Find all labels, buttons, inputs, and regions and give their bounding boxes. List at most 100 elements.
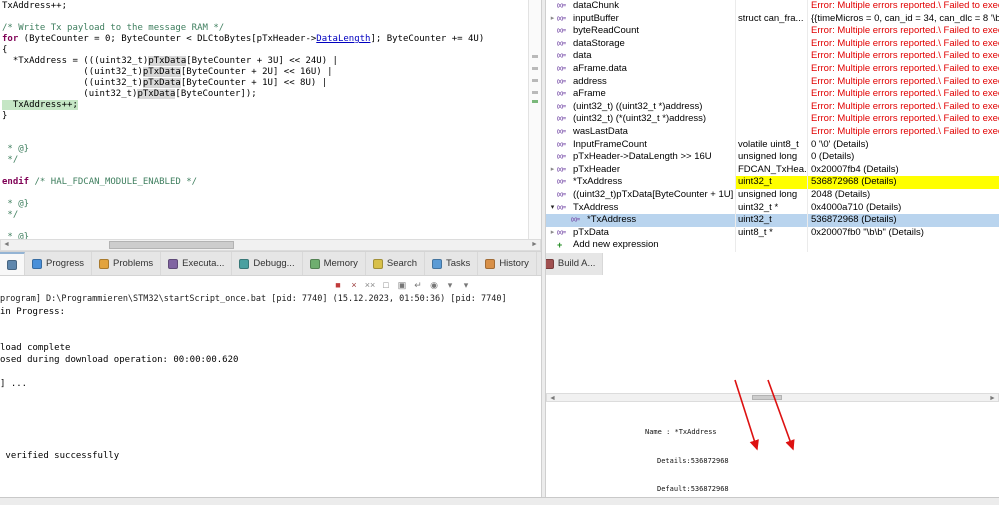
pin-console-icon[interactable]: ◉ — [427, 278, 441, 292]
scrollbar-thumb[interactable] — [109, 241, 234, 249]
scroll-lock-icon[interactable]: ▣ — [395, 278, 409, 292]
code-line[interactable] — [2, 122, 528, 133]
collapse-icon[interactable]: ▾ — [548, 202, 557, 215]
expression-row[interactable]: ▸ (x)= pTxData uint8_t * 0x20007fb0 "\b\b" (… — [546, 226, 999, 240]
expression-row[interactable]: + Add new expression — [546, 239, 999, 252]
terminate-icon[interactable]: ■ — [331, 278, 345, 292]
expression-row[interactable]: ▾ (x)= TxAddress uint32_t * 0x4000a710 (Deta… — [546, 201, 999, 215]
expand-icon[interactable]: ▸ — [548, 164, 557, 177]
expression-name: *TxAddress — [573, 176, 623, 188]
expression-row[interactable]: (x)= dataStorage Error: Multiple errors re… — [546, 37, 999, 51]
code-token: pTxData — [142, 78, 181, 88]
expression-detail: Name : *TxAddress Details:536872968 Defa… — [645, 409, 817, 505]
code-line[interactable] — [2, 12, 528, 23]
code-line[interactable]: /* Write Tx payload to the message RAM *… — [2, 23, 528, 34]
expression-row[interactable]: (x)= (uint32_t) (*(uint32_t *)address) Err… — [546, 113, 999, 126]
detail-horizontal-scrollbar[interactable]: ◄ ► — [546, 393, 999, 402]
remove-all-launches-icon[interactable]: ×× — [363, 278, 377, 292]
expand-icon[interactable]: ▸ — [548, 227, 557, 240]
console-pane: Progress Problems Executa... Debugg... Memor… — [0, 251, 604, 497]
code-line[interactable]: { — [2, 45, 528, 56]
code-text: TxAddress++; — [2, 1, 67, 11]
expression-row[interactable]: (x)= InputFrameCount volatile uint8_t 0 '\0… — [546, 138, 999, 152]
console-output[interactable]: in Progress: load complete osed during do… — [0, 306, 541, 496]
remove-launch-icon[interactable]: × — [347, 278, 361, 292]
code-line[interactable]: */ — [2, 155, 528, 166]
expression-row[interactable]: (x)= *TxAddress uint32_t 536872968 (Details… — [546, 176, 999, 189]
watch-expression-icon: (x)= — [557, 91, 566, 98]
scroll-left-arrow-icon[interactable]: ◄ — [547, 394, 558, 404]
code-text: * @} — [2, 199, 29, 209]
code-line[interactable]: for (ByteCounter = 0; ByteCounter < DLCt… — [2, 34, 528, 45]
code-line[interactable]: ((uint32_t)pTxData[ByteCounter + 2U] << … — [2, 67, 528, 78]
tab-history[interactable]: History — [478, 252, 537, 275]
code-line[interactable]: * @} — [2, 232, 528, 239]
code-token: */ — [2, 155, 19, 165]
scrollbar-thumb[interactable] — [752, 395, 782, 400]
word-wrap-icon[interactable]: ↵ — [411, 278, 425, 292]
scroll-right-arrow-icon[interactable]: ► — [529, 240, 540, 250]
tab-tasks[interactable]: Tasks — [425, 252, 479, 275]
code-line[interactable]: *TxAddress = (((uint32_t)pTxData[ByteCou… — [2, 56, 528, 67]
open-console-icon[interactable]: ▾ — [459, 278, 473, 292]
expression-row[interactable]: (x)= (uint32_t) ((uint32_t *)address) Erro… — [546, 100, 999, 114]
expression-type — [736, 113, 808, 126]
code-line[interactable] — [2, 166, 528, 177]
expression-name-cell: (x)= aFrame.data — [546, 62, 736, 76]
expression-row[interactable]: (x)= aFrame Error: Multiple errors reporte… — [546, 88, 999, 101]
tab-build-analyzer[interactable]: Build A... — [536, 252, 604, 275]
expression-row[interactable]: (x)= *TxAddress uint32_t 536872968 (Details… — [546, 214, 999, 227]
code-line[interactable]: (uint32_t)pTxData[ByteCounter]); — [2, 89, 528, 100]
tab-label: Problems — [113, 258, 154, 269]
expression-name-cell: (x)= data — [546, 50, 736, 63]
code-line[interactable]: } — [2, 111, 528, 122]
code-line[interactable]: */ — [2, 210, 528, 221]
expression-row[interactable]: (x)= data Error: Multiple errors reported.… — [546, 50, 999, 63]
expression-row[interactable]: (x)= address Error: Multiple errors report… — [546, 75, 999, 89]
code-line[interactable]: ((uint32_t)pTxData[ByteCounter + 1U] << … — [2, 78, 528, 89]
code-line[interactable] — [2, 188, 528, 199]
code-line[interactable]: * @} — [2, 144, 528, 155]
code-line[interactable]: TxAddress++; — [2, 1, 528, 12]
code-token: * @} — [2, 199, 30, 209]
expand-icon[interactable]: ▸ — [548, 13, 557, 26]
code-line[interactable]: * @} — [2, 199, 528, 210]
expression-name: Add new expression — [573, 239, 659, 251]
tab-progress[interactable]: Progress — [25, 252, 93, 275]
tab-problems[interactable]: Problems — [92, 252, 162, 275]
expression-row[interactable]: (x)= byteReadCount Error: Multiple errors … — [546, 25, 999, 38]
expression-row[interactable]: (x)= pTxHeader->DataLength >> 16U unsigned… — [546, 151, 999, 164]
tab-executables[interactable]: Executa... — [161, 252, 233, 275]
add-expression-icon: + — [557, 240, 562, 251]
overview-ruler[interactable] — [528, 0, 541, 239]
expression-row[interactable]: (x)= dataChunk Error: Multiple errors repo… — [546, 0, 999, 13]
code-line[interactable]: TxAddress++; — [2, 100, 528, 111]
expression-name: TxAddress — [573, 201, 619, 213]
expression-detail-pane: ◄ ► Name : *TxAddress Details:536872968 … — [546, 390, 999, 497]
expression-row[interactable]: ▸ (x)= pTxHeader FDCAN_TxHea... 0x20007fb4 (… — [546, 163, 999, 177]
code-line[interactable] — [2, 221, 528, 232]
expression-row[interactable]: (x)= ((uint32_t)pTxData[ByteCounter + 1U]… — [546, 188, 999, 202]
display-selected-console-icon[interactable]: ▾ — [443, 278, 457, 292]
expression-row[interactable]: (x)= wasLastData Error: Multiple errors re… — [546, 125, 999, 139]
scroll-right-arrow-icon[interactable]: ► — [987, 394, 998, 404]
code-line[interactable] — [2, 133, 528, 144]
tab-console[interactable] — [0, 252, 25, 275]
editor-horizontal-scrollbar[interactable]: ◄ ► — [0, 239, 541, 251]
expression-row[interactable]: ▸ (x)= inputBuffer struct can_fra... {{timeM… — [546, 12, 999, 26]
tab-memory[interactable]: Memory — [302, 252, 366, 275]
tab-search[interactable]: Search — [365, 252, 426, 275]
expression-row[interactable]: (x)= aFrame.data Error: Multiple errors re… — [546, 62, 999, 76]
clear-console-icon[interactable]: □ — [379, 278, 393, 292]
expression-name: inputBuffer — [573, 12, 619, 24]
debugger-console-icon — [239, 258, 250, 269]
scroll-left-arrow-icon[interactable]: ◄ — [1, 240, 12, 250]
code-editor[interactable]: TxAddress++; /* Write Tx payload to the … — [0, 0, 528, 239]
tab-debugger-console[interactable]: Debugg... — [232, 252, 303, 275]
code-line[interactable]: endif /* HAL_FDCAN_MODULE_ENABLED */ — [2, 177, 528, 188]
